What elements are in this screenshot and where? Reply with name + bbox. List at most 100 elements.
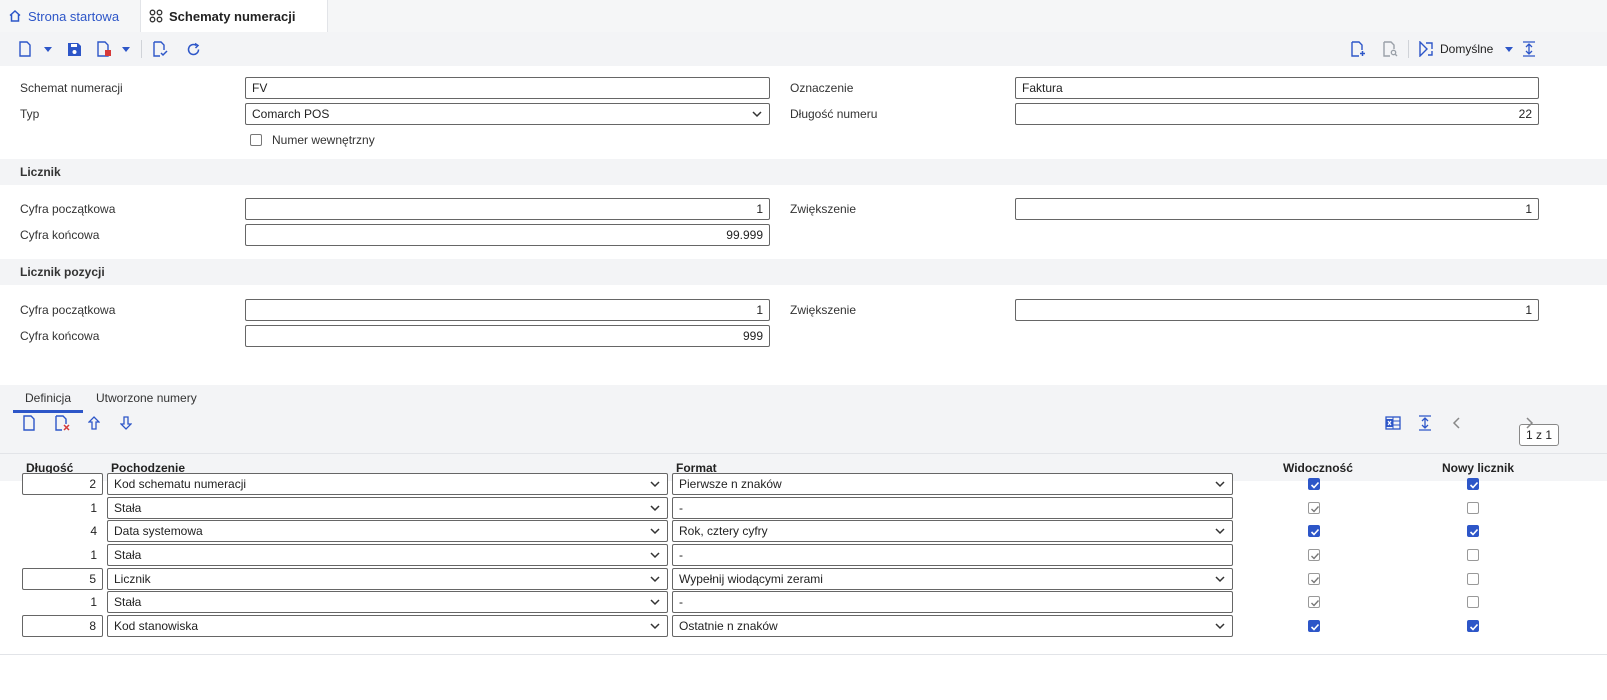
new-document-icon	[19, 41, 31, 57]
pochodzenie-select[interactable]: Kod stanowiska	[107, 615, 668, 637]
add-row-button[interactable]	[20, 411, 38, 435]
dlugosc-cell[interactable]: 8	[22, 615, 103, 637]
licznik-pozycji-start-field[interactable]: 1	[245, 299, 770, 321]
format-select[interactable]: Wypełnij wiodącymi zerami	[672, 568, 1233, 590]
licznik-end-field[interactable]: 99.999	[245, 224, 770, 246]
format-field[interactable]: -	[672, 591, 1233, 613]
checkmark-icon	[1311, 553, 1320, 560]
checkmark-icon	[1469, 481, 1479, 489]
licznik-pozycji-end-field[interactable]: 999	[245, 325, 770, 347]
grid-bottom-divider	[0, 654, 1607, 655]
view-settings-icon	[1419, 41, 1433, 57]
chevron-down-icon	[650, 599, 660, 606]
export-excel-button[interactable]	[1384, 411, 1402, 435]
table-row[interactable]: 2 Kod schematu numeracji Pierwsze n znak…	[0, 473, 1607, 497]
tab-definicja[interactable]: Definicja	[13, 385, 83, 413]
add-document-icon	[1351, 41, 1365, 57]
pochodzenie-select[interactable]: Kod schematu numeracji	[107, 473, 668, 495]
preview-document-button[interactable]	[1381, 37, 1399, 61]
chevron-right-icon	[1526, 417, 1534, 429]
delete-document-button[interactable]	[95, 37, 113, 61]
widocznosc-checkbox[interactable]	[1308, 620, 1320, 632]
dlugosc-numeru-field[interactable]: 22	[1015, 103, 1539, 125]
pochodzenie-value: Stała	[114, 595, 142, 609]
chevron-down-icon	[650, 576, 660, 583]
typ-select[interactable]: Comarch POS	[245, 103, 770, 125]
tab-home[interactable]: Strona startowa	[0, 0, 140, 32]
dlugosc-numeru-label: Długość numeru	[790, 107, 878, 121]
grid-collapse-button[interactable]	[1416, 411, 1434, 435]
delete-document-icon	[97, 41, 111, 57]
table-row[interactable]: 4 Data systemowa Rok, cztery cyfry	[0, 520, 1607, 544]
move-up-button[interactable]	[86, 411, 102, 435]
licznik-inc-label: Zwiększenie	[790, 202, 857, 216]
document-check-icon	[153, 41, 168, 57]
checkmark-icon	[1311, 577, 1320, 584]
format-field[interactable]: -	[672, 497, 1233, 519]
licznik-pozycji-inc-label: Zwiększenie	[790, 303, 857, 317]
format-select[interactable]: Ostatnie n znaków	[672, 615, 1233, 637]
new-document-button[interactable]	[16, 37, 34, 61]
table-row[interactable]: 1 Stała -	[0, 544, 1607, 568]
chevron-down-icon	[122, 46, 130, 52]
pochodzenie-value: Kod stanowiska	[114, 619, 199, 633]
licznik-start-field[interactable]: 1	[245, 198, 770, 220]
tab-utworzone-label: Utworzone numery	[96, 391, 197, 405]
chevron-down-icon	[650, 552, 660, 559]
format-select[interactable]: Pierwsze n znaków	[672, 473, 1233, 495]
pochodzenie-value: Kod schematu numeracji	[114, 477, 247, 491]
arrow-up-icon	[88, 416, 100, 430]
chevron-down-icon	[1215, 528, 1225, 535]
pochodzenie-select[interactable]: Stała	[107, 544, 668, 566]
table-row[interactable]: 1 Stała -	[0, 591, 1607, 615]
format-field[interactable]: -	[672, 544, 1233, 566]
checkmark-icon	[1311, 600, 1320, 607]
validate-button[interactable]	[151, 37, 169, 61]
licznik-inc-field[interactable]: 1	[1015, 198, 1539, 220]
table-row[interactable]: 8 Kod stanowiska Ostatnie n znaków	[0, 615, 1607, 639]
refresh-button[interactable]	[184, 37, 202, 61]
tab-utworzone-numery[interactable]: Utworzone numery	[96, 385, 206, 413]
numer-wewnetrzny-checkbox[interactable]	[250, 134, 262, 146]
chevron-left-icon	[1452, 417, 1460, 429]
save-button[interactable]	[65, 37, 83, 61]
add-document-button[interactable]	[1349, 37, 1367, 61]
licznik-pozycji-inc-field[interactable]: 1	[1015, 299, 1539, 321]
new-document-dropdown[interactable]	[42, 37, 54, 61]
licznik-pozycji-start-label: Cyfra początkowa	[20, 303, 116, 317]
nowy-licznik-checkbox[interactable]	[1467, 525, 1479, 537]
tab-schematy-numeracji[interactable]: Schematy numeracji	[140, 0, 328, 32]
widocznosc-checkbox[interactable]	[1308, 478, 1320, 490]
delete-dropdown[interactable]	[120, 37, 132, 61]
nowy-licznik-checkbox[interactable]	[1467, 620, 1479, 632]
format-select[interactable]: Rok, cztery cyfry	[672, 520, 1233, 542]
dlugosc-cell[interactable]: 5	[22, 568, 103, 590]
delete-row-button[interactable]	[53, 411, 71, 435]
pochodzenie-select[interactable]: Stała	[107, 591, 668, 613]
pochodzenie-select[interactable]: Stała	[107, 497, 668, 519]
refresh-icon	[187, 42, 199, 55]
schemat-field[interactable]: FV	[245, 77, 770, 99]
licznik-title: Licznik	[20, 165, 61, 179]
pochodzenie-select[interactable]: Licznik	[107, 568, 668, 590]
dlugosc-cell[interactable]: 2	[22, 473, 103, 495]
licznik-end-label: Cyfra końcowa	[20, 228, 100, 242]
chevron-down-icon	[650, 623, 660, 630]
typ-select-value: Comarch POS	[252, 107, 330, 121]
prev-page-button[interactable]	[1450, 411, 1464, 435]
move-down-button[interactable]	[118, 411, 134, 435]
collapse-button[interactable]	[1520, 37, 1538, 61]
oznaczenie-field[interactable]: Faktura	[1015, 77, 1539, 99]
table-row[interactable]: 1 Stała -	[0, 497, 1607, 521]
checkmark-icon	[1310, 481, 1320, 489]
pochodzenie-select[interactable]: Data systemowa	[107, 520, 668, 542]
view-selector[interactable]: Domyślne	[1418, 37, 1514, 61]
checkmark-icon	[1469, 623, 1479, 631]
schemat-label: Schemat numeracji	[20, 81, 123, 95]
nowy-licznik-checkbox[interactable]	[1467, 478, 1479, 490]
widocznosc-checkbox	[1308, 502, 1320, 514]
next-page-button[interactable]	[1522, 411, 1536, 435]
document-search-icon	[1383, 41, 1398, 57]
table-row[interactable]: 5 Licznik Wypełnij wiodącymi zerami	[0, 568, 1607, 592]
widocznosc-checkbox[interactable]	[1308, 525, 1320, 537]
